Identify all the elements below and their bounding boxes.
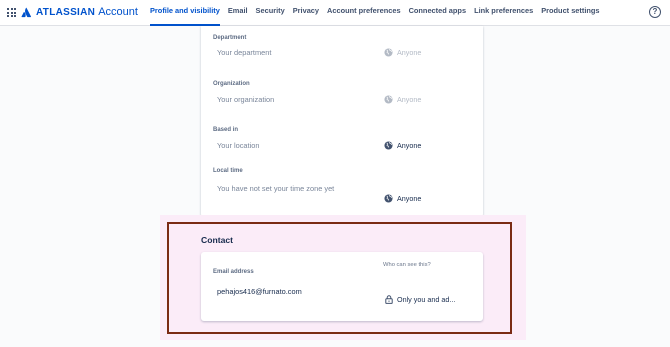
tab-product-settings[interactable]: Product settings bbox=[537, 0, 603, 26]
help-icon[interactable]: ? bbox=[649, 6, 661, 18]
location-visibility[interactable]: Anyone bbox=[384, 141, 421, 150]
organization-label: Organization bbox=[213, 81, 250, 87]
main-nav: Profile and visibility Email Security Pr… bbox=[146, 0, 604, 26]
tab-security[interactable]: Security bbox=[252, 0, 289, 26]
department-field: Department Your department Anyone bbox=[213, 35, 475, 57]
department-input[interactable]: Your department bbox=[217, 48, 335, 58]
department-visibility: Anyone bbox=[384, 48, 421, 57]
organization-visibility-label: Anyone bbox=[397, 95, 422, 104]
globe-icon bbox=[384, 95, 393, 104]
organization-visibility: Anyone bbox=[384, 95, 421, 104]
organization-input[interactable]: Your organization bbox=[217, 95, 335, 105]
atlassian-account-logo[interactable]: ATLASSIAN Account bbox=[21, 5, 138, 19]
organization-field: Organization Your organization Anyone bbox=[213, 81, 475, 104]
atlassian-logo-icon bbox=[21, 7, 32, 17]
based-in-label: Based in bbox=[213, 127, 239, 133]
local-time-visibility[interactable]: Anyone bbox=[384, 194, 421, 203]
tab-profile-and-visibility[interactable]: Profile and visibility bbox=[146, 0, 224, 26]
profile-details-card: Department Your department Anyone Organi… bbox=[201, 26, 483, 217]
tab-privacy[interactable]: Privacy bbox=[289, 0, 323, 26]
department-visibility-label: Anyone bbox=[397, 48, 422, 57]
location-visibility-label: Anyone bbox=[397, 141, 422, 150]
globe-icon bbox=[384, 194, 393, 203]
local-time-field: Local time You have not set your time zo… bbox=[213, 168, 475, 203]
product-name: Account bbox=[98, 6, 138, 18]
tab-email[interactable]: Email bbox=[224, 0, 252, 26]
top-navigation-bar: ATLASSIAN Account Profile and visibility… bbox=[0, 0, 670, 26]
globe-icon bbox=[384, 141, 393, 150]
annotation-frame bbox=[167, 222, 512, 334]
globe-icon bbox=[384, 48, 393, 57]
tab-connected-apps[interactable]: Connected apps bbox=[405, 0, 471, 26]
based-in-field: Based in Your location Anyone bbox=[213, 127, 475, 150]
app-switcher-icon[interactable] bbox=[7, 8, 16, 17]
location-input[interactable]: Your location bbox=[217, 141, 335, 151]
local-time-visibility-label: Anyone bbox=[397, 194, 422, 203]
local-time-value: You have not set your time zone yet bbox=[217, 184, 335, 193]
tab-account-preferences[interactable]: Account preferences bbox=[323, 0, 405, 26]
brand-name: ATLASSIAN bbox=[36, 6, 96, 18]
tab-link-preferences[interactable]: Link preferences bbox=[470, 0, 537, 26]
department-label: Department bbox=[213, 35, 247, 41]
local-time-label: Local time bbox=[213, 168, 243, 174]
